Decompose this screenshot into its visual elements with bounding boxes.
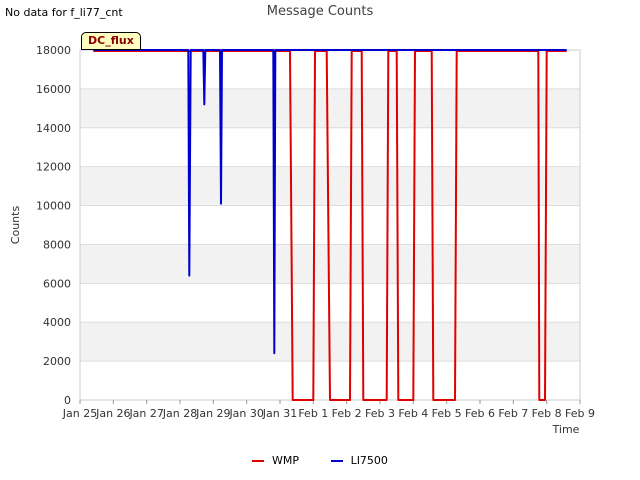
legend-label-li7500: LI7500 — [350, 454, 388, 467]
x-tick-label: Feb 3 — [365, 407, 395, 420]
x-tick-label: Jan 30 — [228, 407, 263, 420]
y-tick-label: 4000 — [43, 316, 71, 329]
grid-band — [80, 244, 580, 284]
x-tick-label: Jan 25 — [62, 407, 97, 420]
x-tick-label: Feb 6 — [465, 407, 495, 420]
chart-canvas: 0 2000 4000 6000 8000 10000 12000 14000 16000 180… — [9, 44, 595, 436]
legend-swatch-li7500 — [330, 460, 343, 462]
x-tick-label: Feb 4 — [398, 407, 428, 420]
x-axis-label: Time — [552, 423, 580, 436]
legend-label-wmp: WMP — [272, 454, 300, 467]
y-tick-label: 0 — [64, 394, 71, 407]
y-tick-label: 14000 — [36, 122, 71, 135]
grid-band — [80, 166, 580, 206]
x-tick-label: Jan 29 — [195, 407, 230, 420]
y-tick-label: 18000 — [36, 44, 71, 57]
x-tick-label: Jan 31 — [262, 407, 297, 420]
x-tick-label: Jan 27 — [128, 407, 163, 420]
legend-item-wmp: WMP — [252, 454, 299, 467]
y-tick-label: 8000 — [43, 238, 71, 251]
y-tick-label: 16000 — [36, 83, 71, 96]
legend-swatch-wmp — [252, 460, 265, 462]
x-tick-label: Jan 28 — [162, 407, 197, 420]
y-axis-label: Counts — [9, 206, 22, 245]
x-tick-label: Feb 8 — [532, 407, 562, 420]
legend-item-li7500: LI7500 — [330, 454, 388, 467]
dc-flux-annotation: DC_flux — [81, 32, 141, 50]
y-tick-label: 2000 — [43, 355, 71, 368]
x-tick-label: Feb 9 — [565, 407, 595, 420]
x-tick-label: Feb 2 — [332, 407, 362, 420]
y-tick-label: 10000 — [36, 200, 71, 213]
y-tick-label: 6000 — [43, 277, 71, 290]
x-tick-label: Feb 5 — [432, 407, 462, 420]
x-axis: Jan 25Jan 26Jan 27Jan 28Jan 29Jan 30Jan … — [62, 400, 595, 420]
legend: WMP LI7500 — [0, 454, 640, 467]
y-tick-label: 12000 — [36, 161, 71, 174]
x-tick-label: Feb 7 — [498, 407, 528, 420]
y-axis: 0 2000 4000 6000 8000 10000 12000 14000 16000 180… — [36, 44, 71, 407]
grid-band — [80, 88, 580, 128]
x-tick-label: Feb 1 — [298, 407, 328, 420]
x-tick-label: Jan 26 — [95, 407, 130, 420]
